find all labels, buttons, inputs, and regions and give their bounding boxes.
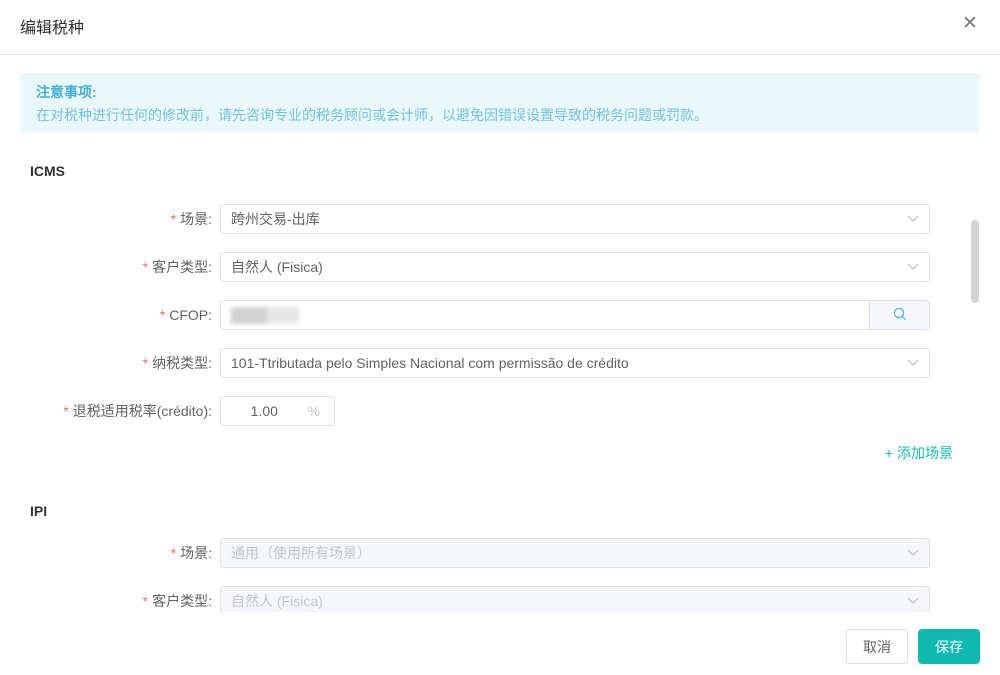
dialog-footer: 取消 保存 [0, 612, 1000, 675]
notice-title: 注意事项: [36, 84, 97, 100]
icms-scene-select[interactable]: 跨州交易-出库 [220, 204, 930, 234]
required-mark: * [142, 259, 149, 275]
icms-scene-value: 跨州交易-出库 [231, 211, 320, 227]
notice-box: 注意事项: 在对税种进行任何的修改前，请先咨询专业的税务顾问或会计师，以避免因错… [20, 73, 980, 133]
scrollbar-thumb[interactable] [971, 220, 979, 303]
ipi-customer-type-value: 自然人 (Fisica) [231, 593, 323, 609]
form-row-icms-credit-rate: * 退税适用税率(crédito): 1.00 % [0, 396, 940, 426]
required-mark: * [142, 355, 149, 371]
required-mark: * [142, 593, 149, 609]
icms-cfop-input[interactable] [220, 300, 870, 330]
required-mark: * [170, 211, 177, 227]
chevron-down-icon [907, 549, 919, 557]
save-button[interactable]: 保存 [918, 629, 980, 664]
notice-body: 在对税种进行任何的修改前，请先咨询专业的税务顾问或会计师，以避免因错误设置导致的… [36, 107, 708, 123]
chevron-down-icon [907, 597, 919, 605]
cancel-button[interactable]: 取消 [846, 629, 908, 664]
form-row-ipi-customer-type: * 客户类型: 自然人 (Fisica) [0, 586, 940, 612]
add-scene-link[interactable]: + 添加场景 [885, 443, 953, 463]
ipi-scene-select[interactable]: 通用（使用所有场景） [220, 538, 930, 568]
chevron-down-icon [907, 215, 919, 223]
edit-tax-dialog: 编辑税种 ✕ 注意事项: 在对税种进行任何的修改前，请先咨询专业的税务顾问或会计… [0, 0, 1000, 675]
form-row-icms-tax-type: * 纳税类型: 101-Ttributada pelo Simples Nacio… [0, 348, 940, 378]
required-mark: * [170, 545, 177, 561]
percent-suffix: % [307, 403, 320, 419]
field-label-tax-type: * 纳税类型: [142, 355, 212, 371]
ipi-scene-value: 通用（使用所有场景） [231, 545, 371, 561]
required-mark: * [159, 307, 166, 323]
field-label-ipi-scene: * 场景: [170, 545, 212, 561]
cfop-search-button[interactable] [870, 300, 930, 330]
section-title-icms: ICMS [30, 163, 65, 179]
form-row-icms-cfop: * CFOP: [0, 300, 940, 330]
chevron-down-icon [907, 263, 919, 271]
icms-customer-type-select[interactable]: 自然人 (Fisica) [220, 252, 930, 282]
field-label-ipi-customer-type: * 客户类型: [142, 593, 212, 609]
field-label-cfop: * CFOP: [159, 307, 212, 323]
required-mark: * [63, 403, 69, 419]
chevron-down-icon [907, 359, 919, 367]
field-label-customer-type: * 客户类型: [142, 259, 212, 275]
form-row-icms-scene: * 场景: 跨州交易-出库 [0, 204, 940, 234]
search-icon [892, 306, 908, 325]
dialog-title: 编辑税种 [20, 20, 85, 37]
dialog-header: 编辑税种 ✕ [0, 0, 1000, 55]
section-title-ipi: IPI [30, 503, 48, 519]
icms-tax-type-value: 101-Ttributada pelo Simples Nacional com… [231, 355, 629, 371]
field-label-scene: * 场景: [170, 211, 212, 227]
dialog-body: 注意事项: 在对税种进行任何的修改前，请先咨询专业的税务顾问或会计师，以避免因错… [0, 55, 1000, 612]
credit-rate-value: 1.00 [250, 403, 278, 419]
ipi-customer-type-select[interactable]: 自然人 (Fisica) [220, 586, 930, 612]
icms-tax-type-select[interactable]: 101-Ttributada pelo Simples Nacional com… [220, 348, 930, 378]
form-row-icms-customer-type: * 客户类型: 自然人 (Fisica) [0, 252, 940, 282]
form-row-ipi-scene: * 场景: 通用（使用所有场景） [0, 538, 940, 568]
redacted-value [231, 306, 299, 324]
icms-credit-rate-input[interactable]: 1.00 % [220, 396, 335, 426]
icms-customer-type-value: 自然人 (Fisica) [231, 259, 323, 275]
field-label-credit-rate: * 退税适用税率(crédito): [63, 403, 212, 419]
close-icon[interactable]: ✕ [956, 10, 984, 38]
